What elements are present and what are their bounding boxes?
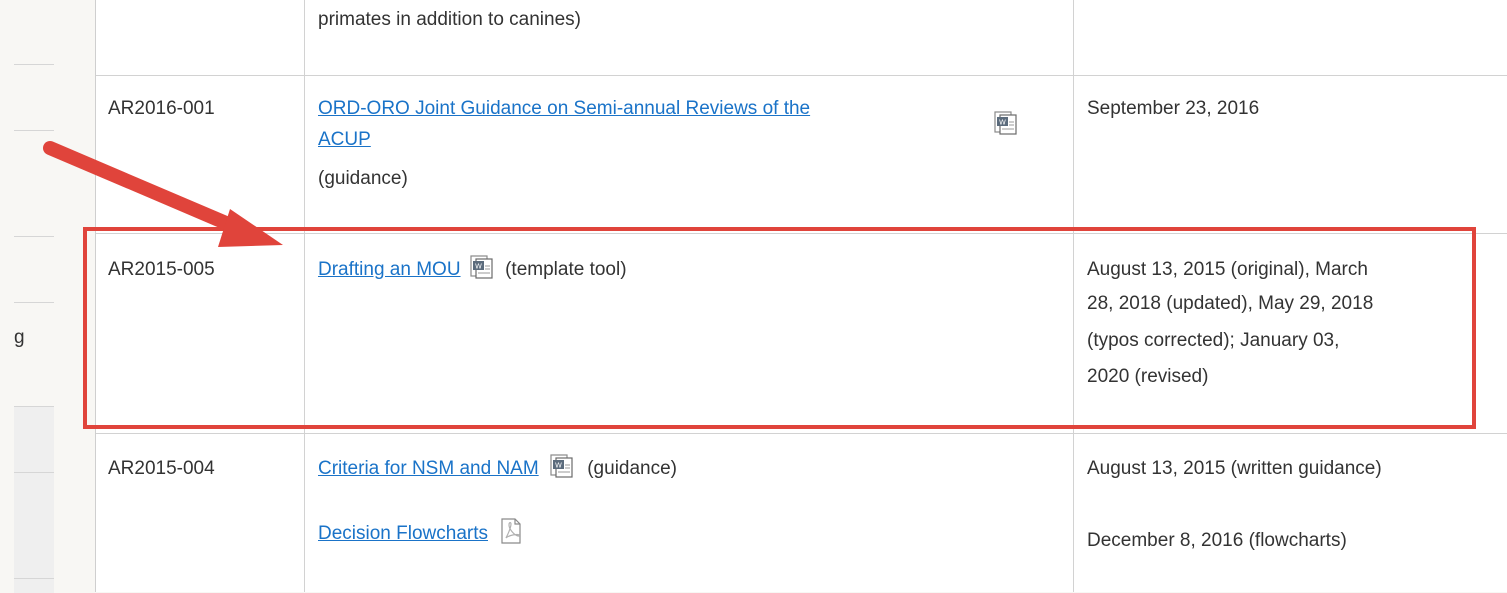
row-title-link[interactable]: ORD-ORO Joint Guidance on Semi-annual Re… <box>318 92 810 125</box>
row-date-line: (typos corrected); January 03, <box>1087 330 1340 351</box>
row-title-text: primates in addition to canines) <box>318 9 581 30</box>
row-divider <box>96 233 1507 234</box>
row-date: September 23, 2016 <box>1087 98 1260 119</box>
row-title: Decision Flowcharts <box>318 517 523 550</box>
row-note: (guidance) <box>318 168 408 189</box>
left-sidebar: g <box>0 0 55 593</box>
svg-text:W: W <box>999 119 1006 127</box>
sidebar-row <box>14 406 54 473</box>
row-divider <box>96 433 1507 434</box>
column-divider <box>304 0 305 592</box>
row-title: Criteria for NSM and NAM W (guidance) <box>318 452 677 485</box>
sidebar-partial-text: g <box>14 327 25 348</box>
sidebar-row <box>14 472 54 579</box>
row-id: AR2015-005 <box>108 259 215 280</box>
row-date-line: August 13, 2015 (original), March <box>1087 259 1368 280</box>
row-date-line: 28, 2018 (updated), May 29, 2018 <box>1087 293 1374 314</box>
criteria-nsm-nam-link[interactable]: Criteria for NSM and NAM <box>318 458 539 479</box>
word-doc-icon[interactable]: W <box>470 254 494 280</box>
sidebar-row <box>14 236 54 303</box>
pdf-icon[interactable] <box>499 518 523 544</box>
row-id: AR2015-004 <box>108 458 215 479</box>
guidance-link-line2[interactable]: ACUP <box>318 129 371 150</box>
column-divider <box>1073 0 1074 592</box>
svg-text:W: W <box>475 263 482 271</box>
row-id: AR2016-001 <box>108 98 215 119</box>
word-doc-icon[interactable]: W <box>550 453 574 479</box>
row-date: August 13, 2015 (written guidance) <box>1087 458 1382 479</box>
row-date-line: 2020 (revised) <box>1087 366 1209 387</box>
sidebar-row <box>14 64 54 131</box>
row-title: Drafting an MOU W (template tool) <box>318 253 627 286</box>
sidebar-row <box>14 130 54 237</box>
svg-text:W: W <box>555 462 562 470</box>
sidebar-row <box>14 302 54 407</box>
decision-flowcharts-link[interactable]: Decision Flowcharts <box>318 523 488 544</box>
row-note: (guidance) <box>587 458 678 479</box>
drafting-mou-link[interactable]: Drafting an MOU <box>318 259 461 280</box>
row-title-link[interactable]: ACUP <box>318 123 371 156</box>
guidance-table: primates in addition to canines) AR2016-… <box>95 0 1507 592</box>
row-note: (template tool) <box>505 259 627 280</box>
word-doc-icon[interactable]: W <box>994 110 1018 136</box>
row-date: December 8, 2016 (flowcharts) <box>1087 530 1347 551</box>
guidance-link-line1[interactable]: ORD-ORO Joint Guidance on Semi-annual Re… <box>318 98 810 119</box>
sidebar-row <box>14 578 54 593</box>
row-divider <box>96 75 1507 76</box>
